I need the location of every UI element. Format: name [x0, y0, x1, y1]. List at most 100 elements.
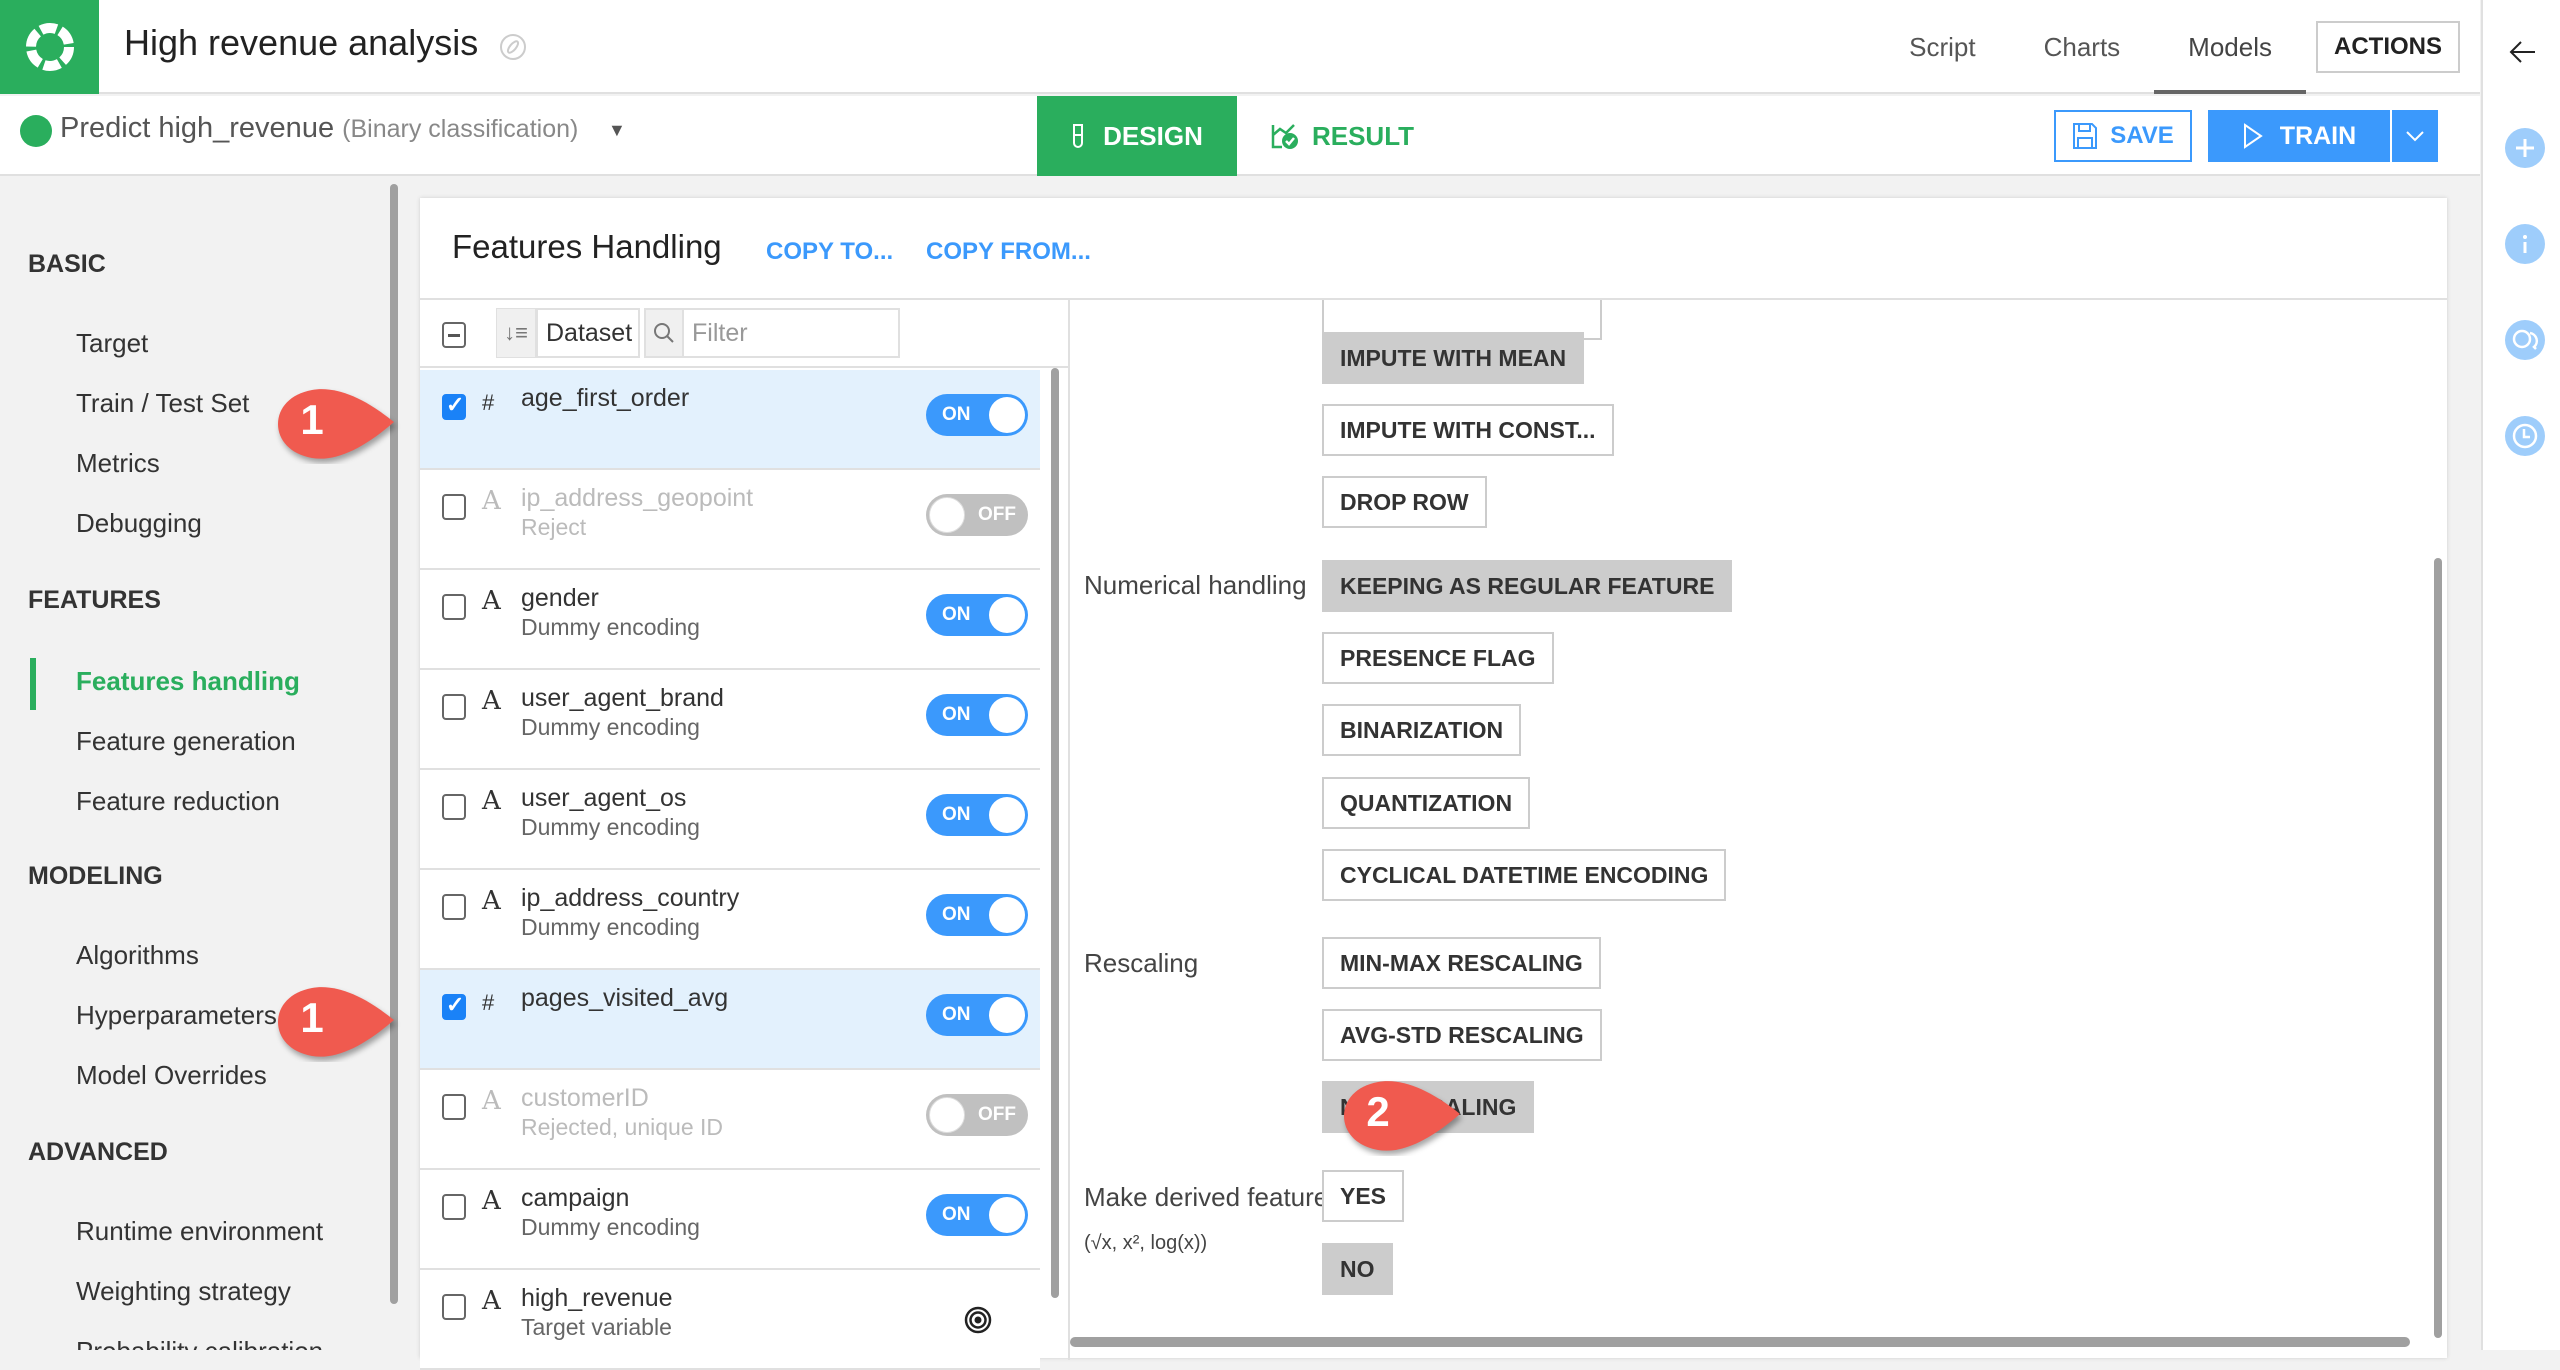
sidebar-item-train-test-set[interactable]: Train / Test Set: [76, 388, 249, 419]
sidebar-item-target[interactable]: Target: [76, 328, 148, 359]
app-logo[interactable]: [0, 0, 99, 94]
feature-toggle[interactable]: OFF: [926, 494, 1028, 536]
feature-row[interactable]: A high_revenue Target variable: [420, 1270, 1040, 1370]
feature-toggle[interactable]: ON: [926, 794, 1028, 836]
toggle-knob: [989, 897, 1025, 933]
option-derived-no[interactable]: NO: [1322, 1243, 1393, 1295]
feature-toggle[interactable]: OFF: [926, 1094, 1028, 1136]
option-quantization[interactable]: QUANTIZATION: [1322, 777, 1531, 829]
clock-icon[interactable]: [2505, 416, 2545, 456]
option-binarization[interactable]: BINARIZATION: [1322, 704, 1522, 756]
options-scrollbar[interactable]: [2434, 558, 2442, 1338]
train-options-dropdown[interactable]: [2392, 110, 2438, 162]
toggle-label: ON: [942, 804, 971, 825]
copy-to-link[interactable]: COPY TO...: [766, 238, 893, 266]
option-drop-row[interactable]: DROP ROW: [1322, 476, 1487, 528]
feature-handling: Target variable: [521, 1314, 672, 1340]
feature-row[interactable]: A gender Dummy encoding ON: [420, 570, 1040, 670]
tab-models[interactable]: Models: [2154, 0, 2306, 94]
row-checkbox[interactable]: [442, 594, 466, 620]
section-basic: BASIC: [28, 250, 106, 278]
sidebar-item-algorithms[interactable]: Algorithms: [76, 940, 199, 971]
python-icon: [20, 115, 52, 147]
save-button[interactable]: SAVE: [2054, 110, 2192, 162]
feature-toggle[interactable]: ON: [926, 594, 1028, 636]
row-checkbox[interactable]: [442, 1094, 466, 1120]
numerical-handling-label: Numerical handling: [1084, 570, 1307, 600]
feature-name: user_agent_os: [521, 784, 687, 812]
feature-row[interactable]: A campaign Dummy encoding ON: [420, 1170, 1040, 1270]
sort-icon[interactable]: ↓≡: [496, 308, 536, 358]
feature-row[interactable]: A customerID Rejected, unique ID OFF: [420, 1070, 1040, 1170]
feature-row[interactable]: # age_first_order ON: [420, 370, 1040, 470]
option-derived-yes[interactable]: YES: [1322, 1170, 1405, 1222]
option-keep-regular[interactable]: KEEPING AS REGULAR FEATURE: [1322, 560, 1733, 612]
sidebar-item-probability-calibration[interactable]: Probability calibration: [76, 1336, 323, 1350]
row-checkbox[interactable]: [442, 894, 466, 920]
option-avg-std-rescaling[interactable]: AVG-STD RESCALING: [1322, 1009, 1602, 1061]
caret-down-icon[interactable]: ▼: [608, 120, 626, 141]
sidebar-item-debugging[interactable]: Debugging: [76, 508, 202, 539]
feature-toggle[interactable]: ON: [926, 894, 1028, 936]
feature-toggle[interactable]: ON: [926, 994, 1028, 1036]
train-button[interactable]: TRAIN: [2208, 110, 2390, 162]
feature-name: gender: [521, 584, 599, 612]
row-checkbox[interactable]: [442, 1194, 466, 1220]
sidebar-item-runtime-environment[interactable]: Runtime environment: [76, 1216, 323, 1247]
sidebar-item-hyperparameters[interactable]: Hyperparameters: [76, 1000, 277, 1031]
model-selector[interactable]: Predict high_revenue (Binary classificat…: [60, 112, 578, 145]
row-checkbox[interactable]: [442, 494, 466, 520]
tab-charts[interactable]: Charts: [2010, 0, 2155, 94]
option-impute-constant[interactable]: IMPUTE WITH CONST...: [1322, 404, 1614, 456]
option-cyclical-datetime[interactable]: CYCLICAL DATETIME ENCODING: [1322, 849, 1727, 901]
sidebar-item-model-overrides[interactable]: Model Overrides: [76, 1060, 267, 1091]
feature-name: ip_address_country: [521, 884, 740, 912]
option-presence-flag[interactable]: PRESENCE FLAG: [1322, 632, 1554, 684]
design-tab[interactable]: DESIGN: [1037, 96, 1237, 176]
add-icon[interactable]: [2505, 128, 2545, 168]
feature-row[interactable]: # pages_visited_avg ON: [420, 970, 1040, 1070]
sidebar-scrollbar[interactable]: [390, 184, 398, 1304]
discussions-icon[interactable]: [2505, 320, 2545, 360]
tab-script[interactable]: Script: [1875, 0, 2009, 94]
row-checkbox[interactable]: [442, 794, 466, 820]
feature-toggle[interactable]: ON: [926, 394, 1028, 436]
feature-row[interactable]: A user_agent_brand Dummy encoding ON: [420, 670, 1040, 770]
feature-toggle[interactable]: ON: [926, 694, 1028, 736]
feature-row[interactable]: A user_agent_os Dummy encoding ON: [420, 770, 1040, 870]
top-bar: High revenue analysis Script Charts Mode…: [0, 0, 2480, 94]
sidebar-item-metrics[interactable]: Metrics: [76, 448, 160, 479]
option-impute-mean[interactable]: IMPUTE WITH MEAN: [1322, 332, 1585, 384]
sort-select[interactable]: Dataset ▼: [536, 308, 656, 358]
analysis-title[interactable]: High revenue analysis: [124, 22, 478, 64]
feature-row[interactable]: A ip_address_geopoint Reject OFF: [420, 470, 1040, 570]
compass-icon[interactable]: [498, 32, 528, 62]
row-checkbox[interactable]: [442, 1294, 466, 1320]
row-checkbox[interactable]: [442, 992, 466, 1020]
row-checkbox[interactable]: [442, 694, 466, 720]
feature-handling: Rejected, unique ID: [521, 1114, 724, 1140]
feature-name: pages_visited_avg: [521, 984, 729, 1012]
feature-toggle[interactable]: ON: [926, 1194, 1028, 1236]
search-icon: [644, 308, 684, 358]
sidebar-item-features-handling[interactable]: Features handling: [76, 666, 300, 697]
toggle-knob: [989, 997, 1025, 1033]
result-tab[interactable]: RESULT: [1237, 96, 1447, 176]
arrow-left-icon[interactable]: [2507, 36, 2539, 68]
feature-handling: Dummy encoding: [521, 1214, 700, 1240]
option-min-max-rescaling[interactable]: MIN-MAX RESCALING: [1322, 937, 1601, 989]
filter-input[interactable]: [684, 308, 900, 358]
copy-from-link[interactable]: COPY FROM...: [926, 238, 1091, 266]
actions-button[interactable]: ACTIONS: [2316, 21, 2460, 73]
info-icon[interactable]: [2505, 224, 2545, 264]
sidebar-item-weighting-strategy[interactable]: Weighting strategy: [76, 1276, 291, 1307]
options-horizontal-scrollbar[interactable]: [1070, 1337, 2410, 1347]
feature-row[interactable]: A ip_address_country Dummy encoding ON: [420, 870, 1040, 970]
select-all-checkbox[interactable]: [442, 322, 466, 348]
sidebar-item-feature-generation[interactable]: Feature generation: [76, 726, 296, 757]
section-modeling: MODELING: [28, 862, 163, 890]
feature-list-scrollbar[interactable]: [1051, 368, 1059, 1298]
toggle-label: OFF: [978, 504, 1016, 525]
sidebar-item-feature-reduction[interactable]: Feature reduction: [76, 786, 280, 817]
row-checkbox[interactable]: [442, 392, 466, 420]
